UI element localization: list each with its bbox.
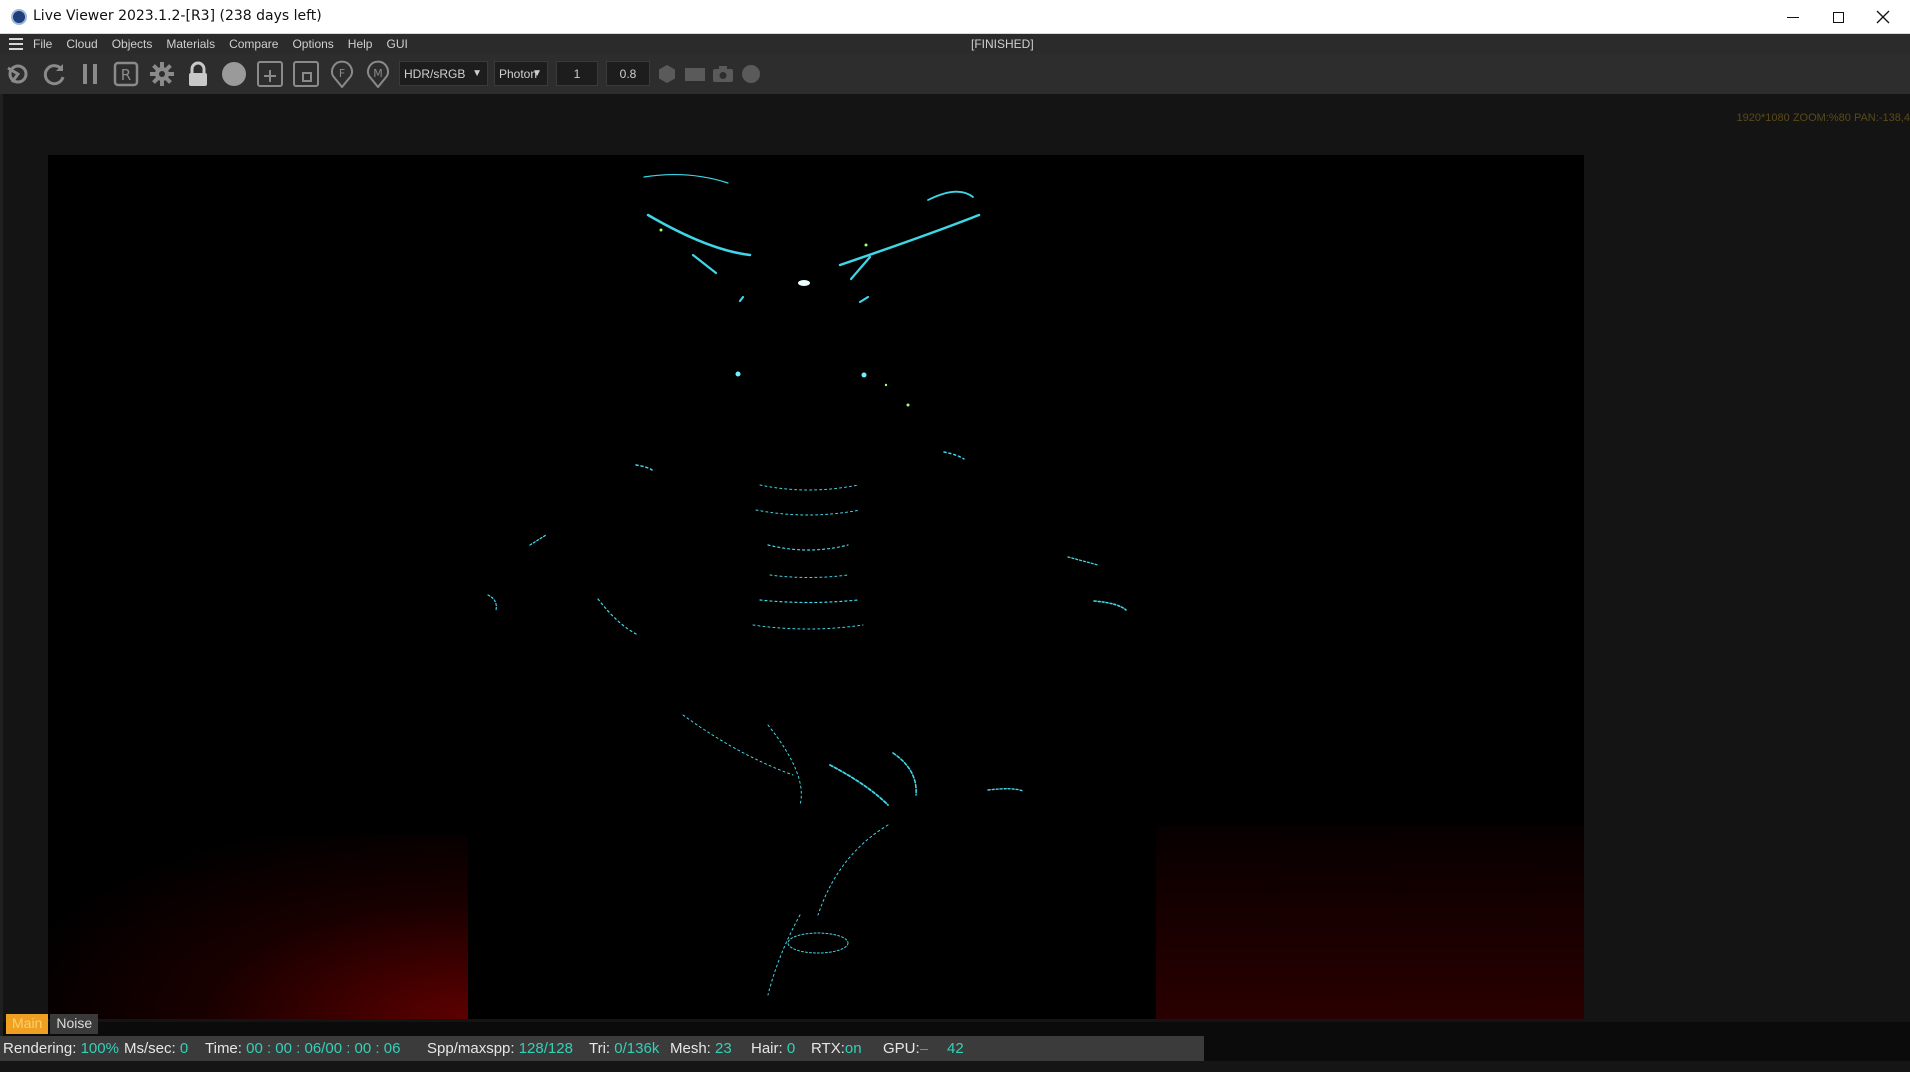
menu-options[interactable]: Options <box>292 37 333 51</box>
parameter-input-2[interactable]: 0.8 <box>606 61 650 86</box>
maximize-icon <box>1832 11 1844 23</box>
menu-file[interactable]: File <box>33 37 52 51</box>
close-button[interactable] <box>1860 0 1906 34</box>
tri-value: 0/136k <box>614 1040 660 1057</box>
material-sphere-icon[interactable] <box>220 60 248 88</box>
material-pick-icon[interactable]: M <box>364 60 392 88</box>
rendered-figure <box>487 174 1127 996</box>
lock-icon[interactable] <box>184 60 212 88</box>
kernel-mode-select[interactable]: Photon ▼ <box>494 61 548 86</box>
gpu-value: 42 <box>947 1040 964 1057</box>
hair-stat: Hair: 0 <box>751 1040 796 1057</box>
svg-text:F: F <box>339 67 345 80</box>
hair-value: 0 <box>786 1040 796 1057</box>
menu-help[interactable]: Help <box>348 37 373 51</box>
mssec-stat: Ms/sec: 0 <box>124 1040 189 1057</box>
rtx-value: on <box>844 1040 862 1057</box>
mesh-value: 23 <box>715 1040 732 1057</box>
menu-bar: File Cloud Objects Materials Compare Opt… <box>0 34 1910 54</box>
hamburger-menu-icon[interactable] <box>9 38 23 50</box>
pick-region-icon[interactable] <box>292 60 320 88</box>
status-bar: Rendering: 100% Ms/sec: 0 Time: 00 : 00 … <box>0 1036 1204 1061</box>
mesh-stat: Mesh: 23 <box>670 1040 732 1057</box>
tab-noise[interactable]: Noise <box>50 1014 99 1034</box>
time-stat: Time: 00 : 00 : 06/00 : 00 : 06 <box>205 1040 401 1057</box>
menu-objects[interactable]: Objects <box>112 37 153 51</box>
spp-stat: Spp/maxspp: 128/128 <box>427 1040 573 1057</box>
tri-stat: Tri: 0/136k <box>589 1040 660 1057</box>
add-region-icon[interactable] <box>256 60 284 88</box>
close-icon <box>1876 10 1890 24</box>
svg-text:R: R <box>121 66 131 84</box>
toolbar: R F M HDR/sRGB ▼ Photon ▼ 1 0.8 <box>0 54 1910 94</box>
maximize-button[interactable] <box>1815 0 1861 34</box>
rendering-value: 100% <box>80 1040 119 1057</box>
menu-gui[interactable]: GUI <box>386 37 407 51</box>
lock-render-icon[interactable] <box>4 60 32 88</box>
rendering-stat: Rendering: 100% <box>3 1040 119 1057</box>
render-status-label: [FINISHED] <box>971 37 1034 51</box>
color-mode-value: HDR/sRGB <box>404 67 466 81</box>
pause-icon[interactable] <box>76 60 104 88</box>
time-value: 00 : 00 : 06/00 : 00 : 06 <box>246 1040 401 1057</box>
rtx-stat: RTX:on <box>811 1040 862 1057</box>
bottom-strip <box>0 1061 1910 1072</box>
minimize-icon <box>1787 16 1799 18</box>
reload-icon[interactable] <box>40 60 68 88</box>
viewport-overlay-info: 1920*1080 ZOOM:%80 PAN:-138,4 <box>1736 112 1910 124</box>
settings-gear-icon[interactable] <box>148 60 176 88</box>
color-mode-select[interactable]: HDR/sRGB ▼ <box>399 61 488 86</box>
rectangle-icon[interactable] <box>681 60 709 88</box>
gpu-stat: GPU: <box>883 1040 928 1057</box>
camera-icon[interactable] <box>709 60 737 88</box>
parameter-input-1[interactable]: 1 <box>556 61 598 86</box>
menu-items: File Cloud Objects Materials Compare Opt… <box>33 37 422 51</box>
menu-materials[interactable]: Materials <box>166 37 215 51</box>
app-logo-icon <box>11 9 27 25</box>
menu-compare[interactable]: Compare <box>229 37 278 51</box>
hexagon-icon[interactable] <box>653 60 681 88</box>
minimize-button[interactable] <box>1770 0 1816 34</box>
window-titlebar: Live Viewer 2023.1.2-[R3] (238 days left… <box>0 0 1910 34</box>
svg-text:M: M <box>373 67 383 80</box>
window-title: Live Viewer 2023.1.2-[R3] (238 days left… <box>33 8 322 24</box>
render-canvas[interactable] <box>48 155 1584 1019</box>
gpu-usage-bar <box>919 1048 928 1050</box>
left-edge <box>0 94 3 1072</box>
focus-pick-icon[interactable]: F <box>328 60 356 88</box>
menu-cloud[interactable]: Cloud <box>66 37 97 51</box>
render-region-icon[interactable]: R <box>112 60 140 88</box>
mssec-value: 0 <box>179 1040 189 1057</box>
tab-main[interactable]: Main <box>6 1014 49 1034</box>
view-tabs: Main Noise <box>6 1014 99 1034</box>
circle-icon[interactable] <box>737 60 765 88</box>
spp-value: 128/128 <box>518 1040 573 1057</box>
chevron-down-icon: ▼ <box>472 68 482 79</box>
chevron-down-icon: ▼ <box>532 68 542 79</box>
